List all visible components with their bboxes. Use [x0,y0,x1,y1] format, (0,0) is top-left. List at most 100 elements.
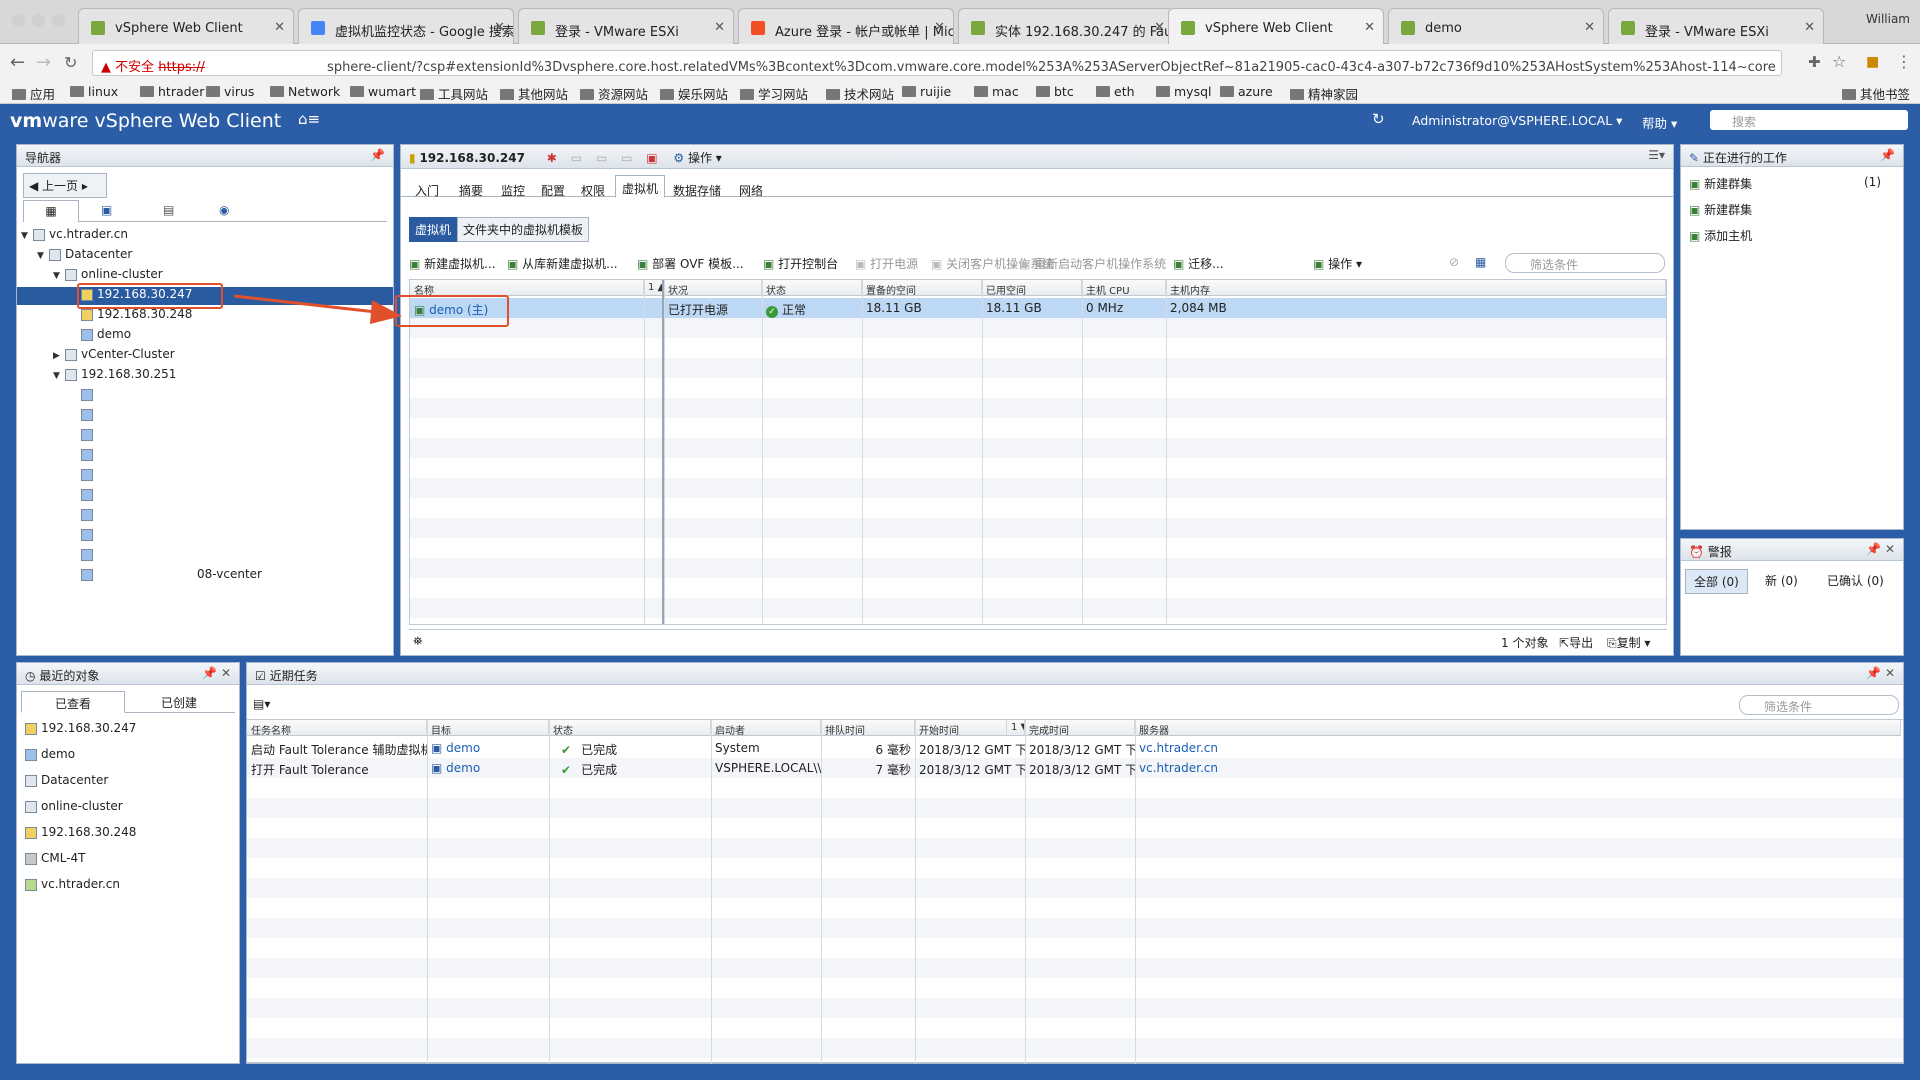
task-column-header[interactable]: 启动者 [711,720,821,736]
column-chooser-icon[interactable]: ▦ [1475,255,1486,269]
vm-toolbar-button[interactable]: ▣ 部署 OVF 模板... [637,255,744,272]
browser-tab[interactable]: vSphere Web Client ✕ [1168,8,1384,44]
tree-node[interactable] [69,387,97,405]
recent-object-item[interactable]: vc.htrader.cn [25,877,120,891]
main-tab[interactable]: 监控 [495,178,531,203]
bookmark-item[interactable]: mysql [1156,84,1212,99]
vm-toolbar-button[interactable]: ▣ 从库新建虚拟机... [507,255,618,272]
tree-expander-icon[interactable]: ▶ [53,351,65,361]
vms-templates-tab-icon[interactable]: ▣ [101,203,112,217]
vm-subtab[interactable]: 文件夹中的虚拟机模板 [457,217,590,242]
tree-expander-icon[interactable]: ▼ [53,271,65,281]
tab-close-icon[interactable]: ✕ [1804,20,1815,35]
bookmark-item[interactable]: btc [1036,84,1074,99]
tree-node[interactable] [69,507,97,525]
back-arrow-icon[interactable]: ← [10,52,25,73]
task-column-header[interactable]: 1 ▼ [1007,720,1025,736]
task-target[interactable]: ▣ demo [427,759,549,777]
storage-tab-icon[interactable]: ▤ [163,203,174,217]
tree-node[interactable] [69,407,97,425]
main-tab[interactable]: 虚拟机 [615,175,666,198]
task-column-header[interactable]: 完成时间 [1025,720,1135,736]
browser-tab[interactable]: Azure 登录 - 帐户或帐单 | Mic ✕ [738,8,954,44]
tree-node[interactable]: demo [69,327,131,345]
bookmark-item[interactable]: eth [1096,84,1135,99]
bookmark-item[interactable]: mac [974,84,1019,99]
main-tab[interactable]: 权限 [575,178,611,203]
window-minimize-button[interactable] [32,14,45,27]
main-tab[interactable]: 网络 [733,178,769,203]
recent-object-item[interactable]: demo [25,747,75,761]
copy-button[interactable]: ⎘复制 ▾ [1607,634,1650,651]
migrate-action-icon[interactable]: ▭ [596,151,607,165]
networking-tab-icon[interactable]: ◉ [219,203,229,217]
alarm-tab[interactable]: 已确认 (0) [1819,569,1892,592]
alarm-tab[interactable]: 全部 (0) [1685,569,1748,594]
column-header[interactable]: 1 ▲ [644,280,664,296]
panel-menu-icon[interactable]: ☰▾ [1648,148,1665,162]
task-target[interactable]: ▣ demo [427,739,549,757]
tree-node[interactable] [69,467,97,485]
reload-icon[interactable]: ↻ [64,53,77,72]
recent-object-item[interactable]: 192.168.30.248 [25,825,136,839]
recent-object-item[interactable]: online-cluster [25,799,123,813]
wip-item[interactable]: ▣ 新建群集 [1689,201,1889,218]
vm-toolbar-button[interactable]: ▣ 新建虚拟机... [409,255,496,272]
bookmark-item[interactable]: virus [206,84,254,99]
column-header[interactable]: 状况 [664,280,762,296]
wip-item[interactable]: ▣ 添加主机 [1689,227,1889,244]
vm-filter-input[interactable]: 筛选条件 [1505,253,1665,273]
binoculars-icon[interactable]: ⛯ [413,634,423,649]
task-filter-menu-icon[interactable]: ▤▾ [253,697,270,711]
tab-close-icon[interactable]: ✕ [274,20,285,35]
column-header[interactable]: 名称 [410,280,644,296]
bookmark-item[interactable]: 学习网站 [740,84,808,103]
bookmark-item[interactable]: Network [270,84,340,99]
bookmark-item[interactable]: 精神家园 [1290,84,1358,103]
tree-node[interactable]: ▼ Datacenter [37,247,132,265]
tree-expander-icon[interactable]: ▼ [21,231,33,241]
tree-node[interactable]: ▼ vc.htrader.cn [21,227,128,245]
folder-action-icon[interactable]: ▭ [621,151,632,165]
home-menu-icon[interactable]: ⌂≡ [298,110,320,128]
column-header[interactable]: 状态 [762,280,862,296]
host-action-icon[interactable]: ✱ [547,151,557,165]
help-menu[interactable]: 帮助 ▾ [1642,113,1677,132]
browser-tab[interactable]: demo ✕ [1388,8,1604,44]
task-column-header[interactable]: 开始时间 [915,720,1007,736]
browser-tab[interactable]: 虚拟机监控状态 - Google 搜索 ✕ [298,8,514,44]
browser-tab[interactable]: 登录 - VMware ESXi ✕ [518,8,734,44]
bookmark-item[interactable]: 技术网站 [826,84,894,103]
task-server-link[interactable]: vc.htrader.cn [1135,739,1335,757]
vm-subtab[interactable]: 虚拟机 [409,217,458,242]
tree-expander-icon[interactable]: ▼ [53,371,65,381]
window-zoom-button[interactable] [52,14,65,27]
tree-node[interactable] [69,447,97,465]
tree-node[interactable]: 192.168.30.248 [69,307,192,325]
tree-node[interactable]: ▶ vCenter-Cluster [53,347,175,365]
browser-tab[interactable]: vSphere Web Client ✕ [78,8,294,44]
recent-object-item[interactable]: Datacenter [25,773,108,787]
bookmark-item[interactable]: ruijie [902,84,951,99]
global-search-input[interactable]: 搜索 [1710,110,1908,130]
bookmark-star-icon[interactable]: ☆ [1832,52,1846,71]
bookmark-item[interactable]: linux [70,84,118,99]
tree-node[interactable] [69,427,97,445]
task-column-header[interactable]: 状态 [549,720,711,736]
task-column-header[interactable]: 目标 [427,720,549,736]
tab-close-icon[interactable]: ✕ [494,20,505,35]
tree-node[interactable] [69,487,97,505]
bookmark-item[interactable]: 娱乐网站 [660,84,728,103]
task-filter-input[interactable]: 筛选条件 [1739,695,1899,715]
column-header[interactable]: 主机内存 [1166,280,1666,296]
tree-node[interactable]: 08-vcenter [69,567,262,585]
window-close-button[interactable] [12,14,25,27]
pin-icon[interactable]: 📌 [370,148,385,162]
bookmark-item[interactable]: 其他网站 [500,84,568,103]
url-field[interactable]: ▲ 不安全 https:// sphere-client/?csp#extens… [92,50,1782,76]
tree-node[interactable] [69,527,97,545]
column-header[interactable]: 置备的空间 [862,280,982,296]
browser-tab[interactable]: 实体 192.168.30.247 的 Fault ✕ [958,8,1174,44]
bookmark-item[interactable]: 资源网站 [580,84,648,103]
maintenance-action-icon[interactable]: ▣ [646,151,657,165]
